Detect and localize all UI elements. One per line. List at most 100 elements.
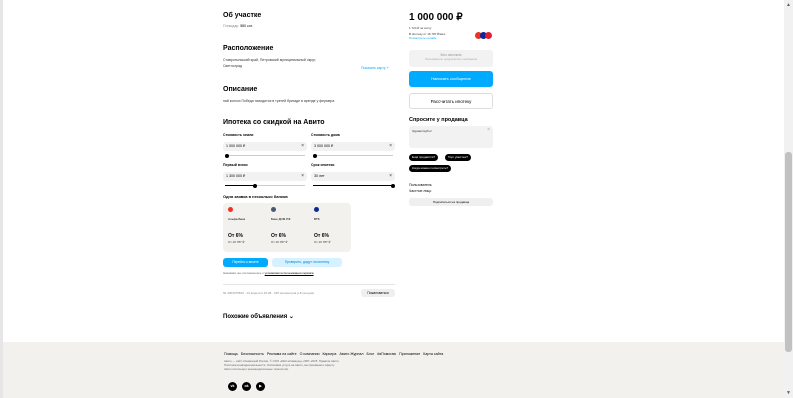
- land-cost-slider[interactable]: [224, 153, 305, 158]
- land-cost-value: 1 000 000 ₽: [226, 144, 246, 148]
- footer-link[interactable]: Приложение: [399, 352, 420, 356]
- term-label: Срок ипотеки: [311, 163, 335, 167]
- bank-payment: От 16 787 ₽: [314, 240, 331, 244]
- footer-link[interactable]: Авито Журнал: [339, 352, 363, 356]
- down-payment-slider[interactable]: [225, 183, 305, 188]
- house-cost-label: Стоимость дома: [311, 133, 340, 137]
- chip-bargain[interactable]: Торг уместен?: [445, 154, 471, 161]
- bank-rate: От 6%: [228, 233, 243, 239]
- footer-link[interactable]: Блог: [366, 352, 374, 356]
- house-cost-slider[interactable]: [313, 153, 393, 158]
- term-slider[interactable]: [313, 183, 395, 188]
- clear-icon[interactable]: ×: [301, 172, 304, 181]
- ask-seller-text: Здравствуйте!: [412, 129, 432, 133]
- house-cost-field[interactable]: 3 000 000 ₽ ×: [311, 142, 395, 151]
- down-payment-field[interactable]: 1 300 000 ₽ ×: [223, 172, 307, 181]
- footer-link[interactable]: Карьера: [322, 352, 336, 356]
- no-calls-button[interactable]: Без звонков Пользователь предпочитает со…: [409, 50, 493, 67]
- area-value: 580 сот.: [240, 24, 253, 28]
- no-calls-subtitle: Пользователь предпочитает сообщения: [424, 57, 478, 61]
- about-title: Об участке: [223, 12, 262, 19]
- seller-type: Частное лицо: [409, 189, 432, 193]
- footer-link[interactable]: Реклама на сайте: [267, 352, 297, 356]
- write-message-button[interactable]: Написать сообщение: [409, 71, 493, 87]
- ask-seller-title: Спросите у продавца: [409, 117, 468, 123]
- land-cost-label: Стоимость земли: [223, 133, 254, 137]
- down-payment-label: Первый взнос: [223, 163, 248, 167]
- slider-knob[interactable]: [313, 153, 318, 158]
- bank-name: Альфа-Банк: [228, 217, 246, 221]
- bank-name: ВТБ: [314, 217, 320, 221]
- subscribe-seller-button[interactable]: Подписаться на продавца: [409, 198, 493, 206]
- banks-title: Одна заявка в несколько банков: [223, 194, 288, 199]
- location-title: Расположение: [223, 45, 274, 52]
- clear-icon[interactable]: ×: [487, 127, 490, 133]
- left-edge: [0, 0, 3, 398]
- vk-icon[interactable]: vk: [228, 382, 237, 391]
- chevron-down-icon: ˅: [386, 66, 389, 70]
- clear-icon[interactable]: ×: [389, 172, 392, 181]
- bank-logo-icon: [485, 32, 492, 39]
- slider-fill: [313, 185, 393, 186]
- seller-name[interactable]: Пользователь: [409, 183, 432, 187]
- scrollbar[interactable]: ▲ ▼: [784, 0, 793, 398]
- bank-rate: От 6%: [314, 233, 329, 239]
- ok-icon[interactable]: ok: [242, 382, 251, 391]
- vtb-logo-icon: [314, 207, 319, 212]
- chevron-down-icon: ⌄: [288, 314, 294, 320]
- footer-legal-3: Авито использует рекомендательные технол…: [224, 367, 289, 371]
- divider: [223, 284, 395, 285]
- bank-payment: От 16 787 ₽: [228, 240, 245, 244]
- footer-link[interactable]: Безопасность: [241, 352, 264, 356]
- footer-links: Помощь Безопасность Реклама на сайте О к…: [224, 352, 443, 356]
- land-cost-field[interactable]: 1 000 000 ₽ ×: [223, 142, 307, 151]
- consent-text: Нажимая, вы соглашаетесь с условиями исп…: [223, 271, 314, 275]
- calculate-mortgage-button[interactable]: Рассчитать ипотеку: [409, 93, 493, 109]
- scroll-up-icon[interactable]: ▲: [785, 2, 792, 8]
- bank-rate: От 6%: [271, 233, 286, 239]
- youtube-icon[interactable]: ▶: [256, 382, 265, 391]
- footer-link[interactable]: Карта сайта: [423, 352, 443, 356]
- complain-button[interactable]: Пожаловаться: [361, 289, 395, 297]
- footer-link[interactable]: #яПомогаю: [377, 352, 396, 356]
- description-title: Описание: [223, 86, 258, 93]
- clear-icon[interactable]: ×: [389, 142, 392, 151]
- bank-name: Банк ДОМ.РФ: [271, 217, 291, 221]
- check-mortgage-button[interactable]: Проверить, дадут ли ипотеку: [272, 258, 342, 267]
- scroll-down-icon[interactable]: ▼: [785, 390, 792, 396]
- chip-still-selling[interactable]: Ещё продаётся?: [409, 154, 439, 161]
- clear-icon[interactable]: ×: [301, 142, 304, 151]
- description-text: пай колхоз Победа находится в третей бри…: [223, 99, 335, 103]
- house-cost-value: 3 000 000 ₽: [314, 144, 334, 148]
- consent-link[interactable]: условиями использования сервиса: [265, 271, 314, 275]
- banks-panel: Альфа-Банк От 6% От 16 787 ₽ Банк ДОМ.РФ…: [223, 203, 351, 252]
- price-per-unit: 1 724 ₽ за сотку: [409, 26, 432, 30]
- footer-link[interactable]: Помощь: [224, 352, 238, 356]
- ask-seller-textarea[interactable]: Здравствуйте! ×: [409, 126, 493, 148]
- slider-knob[interactable]: [252, 183, 257, 188]
- slider-fill: [225, 185, 255, 186]
- area-row: Площадь: 580 сот.: [223, 24, 253, 28]
- price: 1 000 000 ₽: [409, 12, 463, 23]
- term-value: 30 лет: [314, 174, 325, 178]
- go-to-form-button[interactable]: Перейти к анкете: [223, 258, 268, 267]
- bank-payment: От 16 787 ₽: [271, 240, 288, 244]
- mortgage-title: Ипотека со скидкой на Авито: [223, 119, 325, 126]
- address-line-1: Ставропольский край, Петровский муниципа…: [223, 58, 316, 62]
- alfa-bank-logo-icon: [228, 207, 233, 212]
- slider-knob[interactable]: [391, 183, 395, 188]
- term-field[interactable]: 30 лет ×: [311, 172, 395, 181]
- similar-title: Похожие объявления: [223, 314, 288, 320]
- show-map-link[interactable]: Показать карту ˅: [361, 66, 389, 70]
- footer-link[interactable]: О компании: [300, 352, 320, 356]
- scroll-thumb[interactable]: [785, 152, 792, 352]
- down-payment-value: 1 300 000 ₽: [226, 174, 246, 178]
- page: Об участке Площадь: 580 сот. Расположени…: [0, 0, 793, 398]
- area-label: Площадь:: [223, 24, 240, 28]
- mortgage-online-link[interactable]: Посмотреть онлайн: [409, 36, 436, 40]
- ad-meta: № 4054075633 · 13 апреля в 15:28 · 425 п…: [223, 291, 315, 295]
- footer: Помощь Безопасность Реклама на сайте О к…: [3, 342, 784, 398]
- slider-knob[interactable]: [224, 153, 229, 158]
- chip-when-view[interactable]: Когда можно посмотреть?: [409, 165, 452, 172]
- similar-ads-toggle[interactable]: Похожие объявления ⌄: [223, 313, 294, 320]
